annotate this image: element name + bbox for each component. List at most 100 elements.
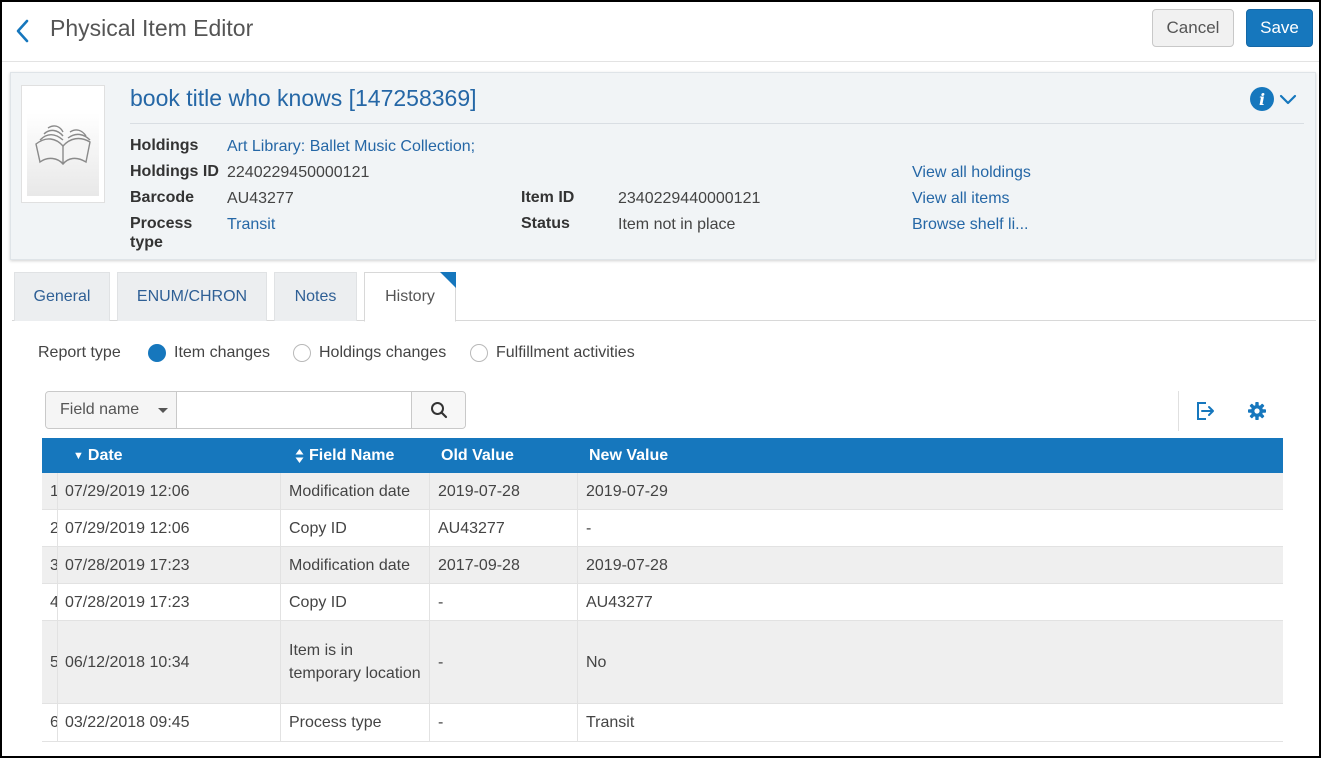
- tab-general[interactable]: General: [14, 272, 110, 321]
- gear-icon[interactable]: [1245, 399, 1269, 423]
- view-all-holdings-link[interactable]: View all holdings: [912, 164, 1031, 182]
- item-id-value: 2340229440000121: [618, 190, 761, 207]
- radio-item-changes[interactable]: Item changes: [148, 343, 270, 363]
- radio-selected-icon: [148, 344, 166, 362]
- radio-unselected-icon: [293, 344, 311, 362]
- tab-history[interactable]: History: [364, 272, 456, 322]
- table-row[interactable]: 1 07/29/2019 12:06 Modification date 201…: [42, 473, 1283, 510]
- chevron-down-icon[interactable]: [1279, 91, 1297, 107]
- cell-field-name: Modification date: [281, 473, 430, 509]
- back-chevron-icon[interactable]: [11, 18, 35, 44]
- book-icon: [35, 125, 91, 166]
- process-type-label: Process type: [130, 215, 192, 252]
- status-value: Item not in place: [618, 216, 736, 233]
- report-type-label: Report type: [38, 344, 121, 361]
- history-table: ▼ Date Field Name Old Value New Value 1 …: [42, 438, 1283, 742]
- table-row[interactable]: 3 07/28/2019 17:23 Modification date 201…: [42, 547, 1283, 584]
- record-title-link[interactable]: book title who knows [147258369]: [130, 85, 477, 112]
- page-title: Physical Item Editor: [50, 15, 254, 41]
- search-input[interactable]: [178, 392, 411, 428]
- radio-fulfillment-activities[interactable]: Fulfillment activities: [470, 343, 635, 363]
- cell-date: 03/22/2018 09:45: [58, 704, 281, 741]
- column-header-date-label: Date: [87, 446, 123, 464]
- physical-item-editor-window: Physical Item Editor Cancel Save book ti…: [0, 0, 1321, 758]
- row-number: 2: [42, 510, 58, 546]
- tab-enum-chron[interactable]: ENUM/CHRON: [117, 272, 267, 321]
- cell-old-value: -: [430, 704, 578, 741]
- process-type-link[interactable]: Transit: [227, 216, 275, 234]
- tab-history-label: History: [385, 288, 435, 305]
- row-number: 3: [42, 547, 58, 583]
- cell-field-name: Copy ID: [281, 584, 430, 620]
- cell-new-value: 2019-07-28: [586, 556, 668, 574]
- cancel-button[interactable]: Cancel: [1152, 9, 1234, 47]
- item-id-label: Item ID: [521, 189, 575, 206]
- cell-old-value: 2019-07-28: [430, 473, 578, 509]
- record-summary-card: book title who knows [147258369] i Holdi…: [10, 72, 1316, 260]
- cell-new-value: AU43277: [586, 593, 653, 611]
- sort-desc-icon: ▼: [73, 449, 84, 462]
- table-row[interactable]: 6 03/22/2018 09:45 Process type - Transi…: [42, 704, 1283, 742]
- cell-new-value: 2019-07-29: [586, 482, 668, 500]
- column-header-new-value[interactable]: New Value: [589, 438, 668, 473]
- info-icon[interactable]: i: [1250, 87, 1274, 111]
- table-header: ▼ Date Field Name Old Value New Value: [42, 438, 1283, 473]
- barcode-label: Barcode: [130, 189, 195, 206]
- cell-field-name: Item is in temporary location: [281, 621, 430, 703]
- radio-unselected-icon: [470, 344, 488, 362]
- cell-old-value: 2017-09-28: [430, 547, 578, 583]
- view-all-items-link[interactable]: View all items: [912, 190, 1010, 208]
- holdings-id-label: Holdings ID: [130, 163, 219, 180]
- column-header-old-value[interactable]: Old Value: [441, 438, 514, 473]
- cell-old-value: -: [430, 584, 578, 620]
- browse-shelf-link[interactable]: Browse shelf li...: [912, 216, 1028, 234]
- caret-down-icon: [158, 408, 168, 413]
- radio-item-changes-label: Item changes: [174, 344, 271, 361]
- cell-date: 06/12/2018 10:34: [58, 621, 281, 703]
- row-number: 1: [42, 473, 58, 509]
- barcode-value: AU43277: [227, 190, 294, 207]
- table-row[interactable]: 2 07/29/2019 12:06 Copy ID AU43277 -: [42, 510, 1283, 547]
- field-name-dropdown[interactable]: Field name: [46, 392, 177, 428]
- cell-old-value: -: [430, 621, 578, 703]
- table-row[interactable]: 5 06/12/2018 10:34 Item is in temporary …: [42, 621, 1283, 704]
- status-label: Status: [521, 215, 570, 232]
- holdings-link[interactable]: Art Library: Ballet Music Collection;: [227, 138, 475, 156]
- toolbar-divider: [1178, 391, 1179, 431]
- export-icon[interactable]: [1193, 399, 1217, 423]
- cell-date: 07/28/2019 17:23: [58, 584, 281, 620]
- row-number: 6: [42, 704, 58, 741]
- field-name-dropdown-label: Field name: [60, 401, 140, 418]
- save-button[interactable]: Save: [1246, 9, 1313, 47]
- row-number: 5: [42, 621, 58, 703]
- divider: [130, 123, 1304, 124]
- column-header-date[interactable]: ▼ Date: [73, 438, 123, 473]
- column-header-field-name[interactable]: Field Name: [295, 438, 394, 473]
- holdings-id-value: 2240229450000121: [227, 164, 370, 181]
- process-type-label-line1: Process: [130, 215, 193, 232]
- sort-icon: [295, 448, 304, 463]
- radio-fulfillment-label: Fulfillment activities: [496, 344, 635, 361]
- row-number: 4: [42, 584, 58, 620]
- cell-old-value: AU43277: [430, 510, 578, 546]
- tab-notes[interactable]: Notes: [274, 272, 357, 321]
- cell-date: 07/28/2019 17:23: [58, 547, 281, 583]
- book-thumbnail: [21, 85, 105, 203]
- search-icon: [430, 402, 447, 419]
- process-type-label-line2: type: [130, 234, 163, 251]
- cell-new-value: Transit: [586, 714, 635, 731]
- cell-new-value: -: [586, 519, 592, 537]
- column-header-field-name-label: Field Name: [309, 446, 395, 464]
- radio-holdings-changes[interactable]: Holdings changes: [293, 343, 446, 363]
- table-row[interactable]: 4 07/28/2019 17:23 Copy ID - AU43277: [42, 584, 1283, 621]
- cell-date: 07/29/2019 12:06: [58, 473, 281, 509]
- cell-field-name: Modification date: [281, 547, 430, 583]
- search-bar: Field name: [45, 391, 466, 429]
- holdings-label: Holdings: [130, 137, 199, 154]
- search-button[interactable]: [411, 392, 465, 428]
- cell-new-value: No: [586, 653, 607, 671]
- cell-field-name: Process type: [281, 704, 430, 741]
- radio-holdings-changes-label: Holdings changes: [319, 344, 447, 361]
- editor-header: Physical Item Editor Cancel Save: [2, 2, 1319, 62]
- cell-date: 07/29/2019 12:06: [58, 510, 281, 546]
